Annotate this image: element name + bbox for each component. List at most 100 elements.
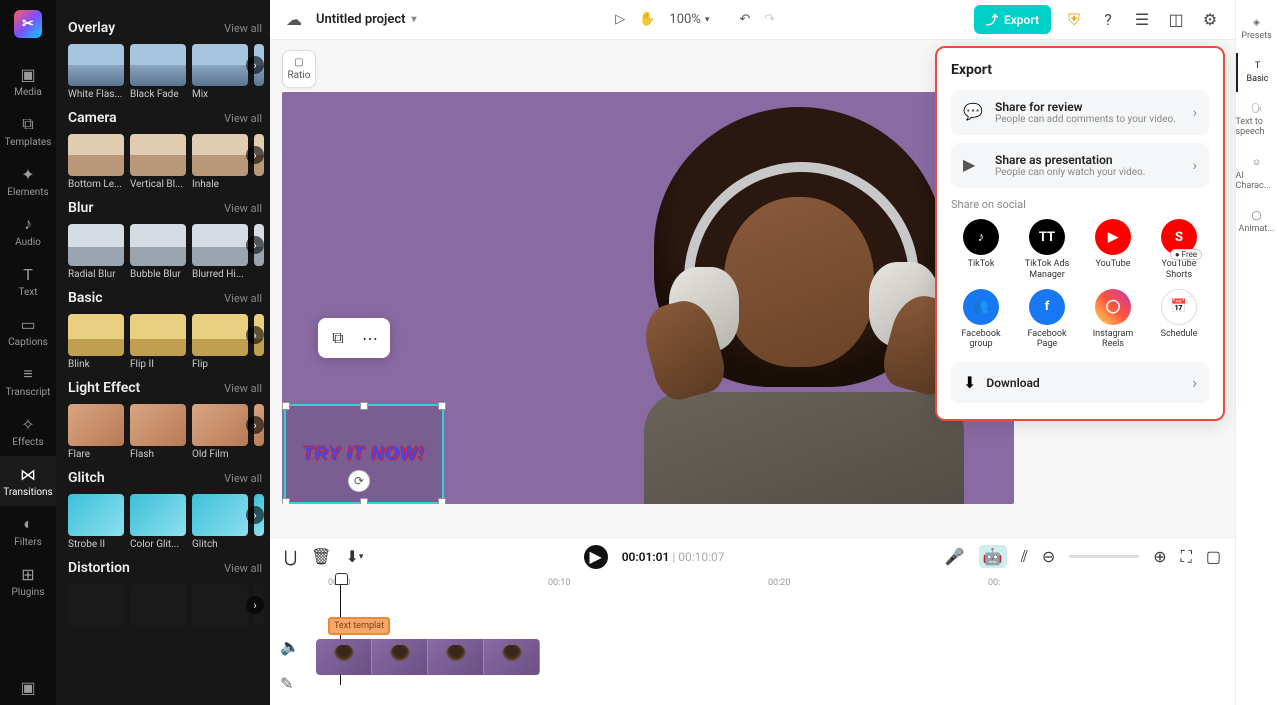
transition-thumb[interactable]: Vertical Bl... — [130, 134, 186, 190]
scroll-right-button[interactable]: › — [246, 56, 264, 74]
export-button[interactable]: ⤴ Export — [974, 5, 1051, 34]
share-as-presentation[interactable]: ▶ Share as presentation People can only … — [951, 143, 1209, 188]
scroll-right-button[interactable]: › — [246, 326, 264, 344]
scroll-right-button[interactable]: › — [246, 506, 264, 524]
video-preview[interactable]: TRY IT NOW! — [282, 92, 1014, 504]
transition-thumb[interactable] — [192, 584, 248, 629]
resize-handle-bl[interactable] — [282, 498, 290, 504]
cursor-tool[interactable]: ▷ — [615, 12, 625, 27]
shield-icon[interactable]: ⛨ — [1063, 9, 1085, 31]
rail-elements[interactable]: ✦Elements — [0, 156, 56, 206]
scroll-right-button[interactable]: › — [246, 416, 264, 434]
rail-more[interactable]: ▣ — [0, 669, 56, 705]
rail-templates[interactable]: ⧉Templates — [0, 106, 56, 156]
social-instagram-reels[interactable]: ◯Instagram Reels — [1083, 289, 1143, 351]
zoom-slider[interactable] — [1069, 555, 1139, 558]
prop-animat-[interactable]: ◯Animat... — [1236, 203, 1277, 242]
transition-thumb[interactable]: Old Film — [192, 404, 248, 460]
rotate-handle[interactable]: ⟳ — [348, 470, 370, 492]
transition-thumb[interactable]: Black Fade — [130, 44, 186, 100]
prop-ai-charac-[interactable]: ☺AI Charac... — [1236, 149, 1277, 199]
rail-effects[interactable]: ✧Effects — [0, 406, 56, 456]
social-facebook-group[interactable]: 👥Facebook group — [951, 289, 1011, 351]
undo-button[interactable]: ↶ — [739, 12, 750, 27]
mic-button[interactable]: 🎤 — [945, 547, 965, 566]
ratio-button[interactable]: ▢ Ratio — [282, 50, 316, 88]
redo-button[interactable]: ↷ — [764, 12, 775, 27]
fullscreen-button[interactable]: ▢ — [1206, 547, 1221, 566]
transition-thumb[interactable] — [68, 584, 124, 629]
edit-track-button[interactable]: ✎ — [280, 674, 300, 693]
scroll-right-button[interactable]: › — [246, 146, 264, 164]
social-youtube[interactable]: ▶YouTube — [1083, 219, 1143, 281]
transition-thumb[interactable] — [130, 584, 186, 629]
cloud-icon[interactable]: ☁ — [284, 10, 304, 30]
rail-transcript[interactable]: ≡Transcript — [0, 356, 56, 406]
prop-presets[interactable]: ◈Presets — [1236, 10, 1277, 49]
transition-thumb[interactable]: Blurred Hi... — [192, 224, 248, 280]
view-all-link[interactable]: View all — [224, 292, 262, 305]
share-for-review[interactable]: 💬 Share for review People can add commen… — [951, 90, 1209, 135]
app-logo[interactable]: ✂ — [14, 10, 42, 38]
view-all-link[interactable]: View all — [224, 202, 262, 215]
resize-handle-tr[interactable] — [438, 402, 446, 410]
transition-thumb[interactable]: Flip — [192, 314, 248, 370]
play-button[interactable]: ▶ — [584, 545, 608, 569]
video-clip[interactable] — [316, 639, 540, 675]
view-all-link[interactable]: View all — [224, 472, 262, 485]
resize-handle-br[interactable] — [438, 498, 446, 504]
mute-track-button[interactable]: 🔈 — [280, 637, 300, 656]
prop-basic[interactable]: TBasic — [1236, 53, 1277, 92]
zoom-level[interactable]: 100% ▾ — [669, 12, 709, 27]
view-all-link[interactable]: View all — [224, 562, 262, 575]
canvas-area[interactable]: ▢ Ratio TRY IT NOW! ⧉ — [270, 40, 1235, 537]
duplicate-button[interactable]: ⧉ — [324, 324, 352, 352]
settings-icon[interactable]: ⚙ — [1199, 9, 1221, 31]
rail-audio[interactable]: ♪Audio — [0, 206, 56, 256]
help-icon[interactable]: ? — [1097, 9, 1119, 31]
rail-media[interactable]: ▣Media — [0, 56, 56, 106]
resize-handle-bm[interactable] — [360, 498, 368, 504]
zoom-in-button[interactable]: ⊕ — [1153, 547, 1166, 566]
transition-thumb[interactable]: White Flas... — [68, 44, 124, 100]
transition-thumb[interactable]: Inhale — [192, 134, 248, 190]
rail-filters[interactable]: ◐Filters — [0, 506, 56, 556]
resize-handle-tm[interactable] — [360, 402, 368, 410]
autocaption-button[interactable]: 🤖 — [979, 545, 1007, 568]
layout-icon[interactable]: ◫ — [1165, 9, 1187, 31]
rail-plugins[interactable]: ⊞Plugins — [0, 556, 56, 606]
rail-captions[interactable]: ▭Captions — [0, 306, 56, 356]
transition-thumb[interactable]: Color Glit... — [130, 494, 186, 550]
scroll-right-button[interactable]: › — [246, 236, 264, 254]
transition-thumb[interactable]: Bottom Le... — [68, 134, 124, 190]
timeline-ruler[interactable]: 00:0000:1000:2000: — [328, 575, 1225, 593]
transition-thumb[interactable]: Radial Blur — [68, 224, 124, 280]
timeline[interactable]: 🔈 ✎ 00:0000:1000:2000: Text templat — [270, 575, 1235, 705]
rail-text[interactable]: TText — [0, 256, 56, 306]
social-facebook-page[interactable]: fFacebook Page — [1017, 289, 1077, 351]
transition-thumb[interactable]: Mix — [192, 44, 248, 100]
prop-text-to-speech[interactable]: 🗣Text to speech — [1236, 96, 1277, 145]
transition-thumb[interactable]: Flash — [130, 404, 186, 460]
magnet-button[interactable]: ⫽ — [1021, 547, 1028, 567]
split-button[interactable]: ⋃ — [284, 547, 297, 566]
download-button[interactable]: ⬇ Download › — [951, 362, 1209, 403]
social-schedule[interactable]: ● Free📅Schedule — [1149, 289, 1209, 351]
transition-thumb[interactable]: Bubble Blur — [130, 224, 186, 280]
more-button[interactable]: ⋯ — [356, 324, 384, 352]
project-title[interactable]: Untitled project ▾ — [316, 12, 417, 27]
resize-handle-tl[interactable] — [282, 402, 290, 410]
view-all-link[interactable]: View all — [224, 112, 262, 125]
transition-thumb[interactable]: Blink — [68, 314, 124, 370]
hand-tool[interactable]: ✋ — [639, 12, 655, 27]
download-clip-button[interactable]: ⬇▾ — [345, 547, 363, 566]
view-all-link[interactable]: View all — [224, 22, 262, 35]
scroll-right-button[interactable]: › — [246, 596, 264, 614]
social-tiktok-ads-manager[interactable]: TTTikTok Ads Manager — [1017, 219, 1077, 281]
social-tiktok[interactable]: ♪TikTok — [951, 219, 1011, 281]
transition-thumb[interactable]: Strobe II — [68, 494, 124, 550]
transition-thumb[interactable]: Flare — [68, 404, 124, 460]
view-all-link[interactable]: View all — [224, 382, 262, 395]
fit-button[interactable]: ⛶ — [1181, 547, 1192, 567]
transition-thumb[interactable]: Flip II — [130, 314, 186, 370]
